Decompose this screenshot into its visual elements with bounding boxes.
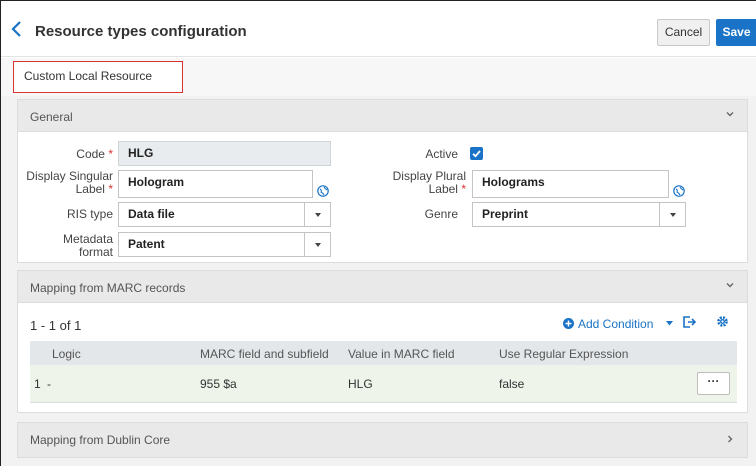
dublin-core-mapping-section: Mapping from Dublin Core: [17, 422, 748, 458]
back-chevron-icon[interactable]: [10, 19, 24, 39]
export-icon[interactable]: [682, 315, 696, 329]
column-header[interactable]: MARC field and subfield: [200, 347, 329, 361]
metadata-format-label: Metadata format: [62, 232, 113, 259]
row-actions-button[interactable]: ···: [697, 372, 730, 395]
section-title: General: [30, 110, 73, 124]
caret-down-icon[interactable]: [304, 203, 330, 226]
genre-label: Genre: [424, 207, 458, 221]
caret-down-icon[interactable]: [304, 233, 330, 256]
tab-bar: Custom Local Resource Types: [1, 58, 756, 112]
column-header[interactable]: Use Regular Expression: [499, 347, 628, 361]
plus-circle-icon: [563, 318, 574, 329]
page-header: Resource types configuration Cancel Save: [1, 1, 756, 57]
results-count: 1 - 1 of 1: [30, 318, 82, 333]
save-button[interactable]: Save: [716, 19, 756, 46]
gear-icon[interactable]: [716, 315, 729, 328]
display-singular-label: Display Singular Label *: [26, 169, 113, 196]
chevron-right-icon[interactable]: [725, 434, 735, 444]
marc-section-header[interactable]: Mapping from MARC records: [18, 271, 747, 303]
display-plural-input[interactable]: Holograms: [472, 170, 669, 198]
active-label: Active: [425, 147, 458, 161]
general-section-header[interactable]: General: [18, 100, 747, 132]
dublin-core-section-header[interactable]: Mapping from Dublin Core: [18, 423, 747, 457]
regex-cell: false: [499, 377, 525, 391]
metadata-format-value: Patent: [128, 237, 165, 251]
genre-select[interactable]: Preprint: [472, 202, 686, 227]
code-field[interactable]: HLG: [118, 141, 331, 166]
caret-down-icon[interactable]: [659, 203, 685, 226]
marc-value-cell: HLG: [348, 377, 373, 391]
column-header[interactable]: Logic: [52, 347, 81, 361]
add-condition-label: Add Condition: [578, 317, 654, 331]
ris-type-select[interactable]: Data file: [118, 202, 331, 227]
active-checkbox[interactable]: [470, 147, 483, 160]
marc-field-cell: 955 $a: [200, 377, 237, 391]
table-row[interactable]: 1 - 955 $a HLG false ···: [30, 365, 737, 403]
ris-type-label: RIS type: [66, 207, 113, 221]
tab-custom-local-resource-types[interactable]: Custom Local Resource Types: [13, 61, 183, 112]
code-label: Code *: [76, 147, 113, 161]
table-header: Logic MARC field and subfield Value in M…: [30, 341, 737, 365]
chevron-down-icon[interactable]: [725, 109, 735, 119]
globe-icon[interactable]: [317, 185, 329, 197]
display-plural-label: Display Plural Label *: [392, 169, 466, 196]
section-title: Mapping from MARC records: [30, 281, 186, 295]
genre-value: Preprint: [482, 207, 529, 221]
caret-down-icon: [666, 321, 673, 326]
general-section: General Code * HLG Active Display Singul…: [17, 99, 748, 263]
column-header[interactable]: Value in MARC field: [348, 347, 455, 361]
marc-mapping-section: Mapping from MARC records 1 - 1 of 1 Add…: [17, 270, 748, 413]
ris-type-value: Data file: [128, 207, 175, 221]
row-index: 1: [34, 377, 41, 391]
display-singular-input[interactable]: Hologram: [118, 170, 313, 198]
cancel-button[interactable]: Cancel: [657, 19, 710, 46]
section-title: Mapping from Dublin Core: [30, 433, 171, 447]
chevron-down-icon[interactable]: [725, 280, 735, 290]
logic-cell: -: [47, 377, 51, 391]
globe-icon[interactable]: [673, 185, 685, 197]
page-title: Resource types configuration: [35, 23, 247, 40]
metadata-format-select[interactable]: Patent: [118, 232, 331, 257]
